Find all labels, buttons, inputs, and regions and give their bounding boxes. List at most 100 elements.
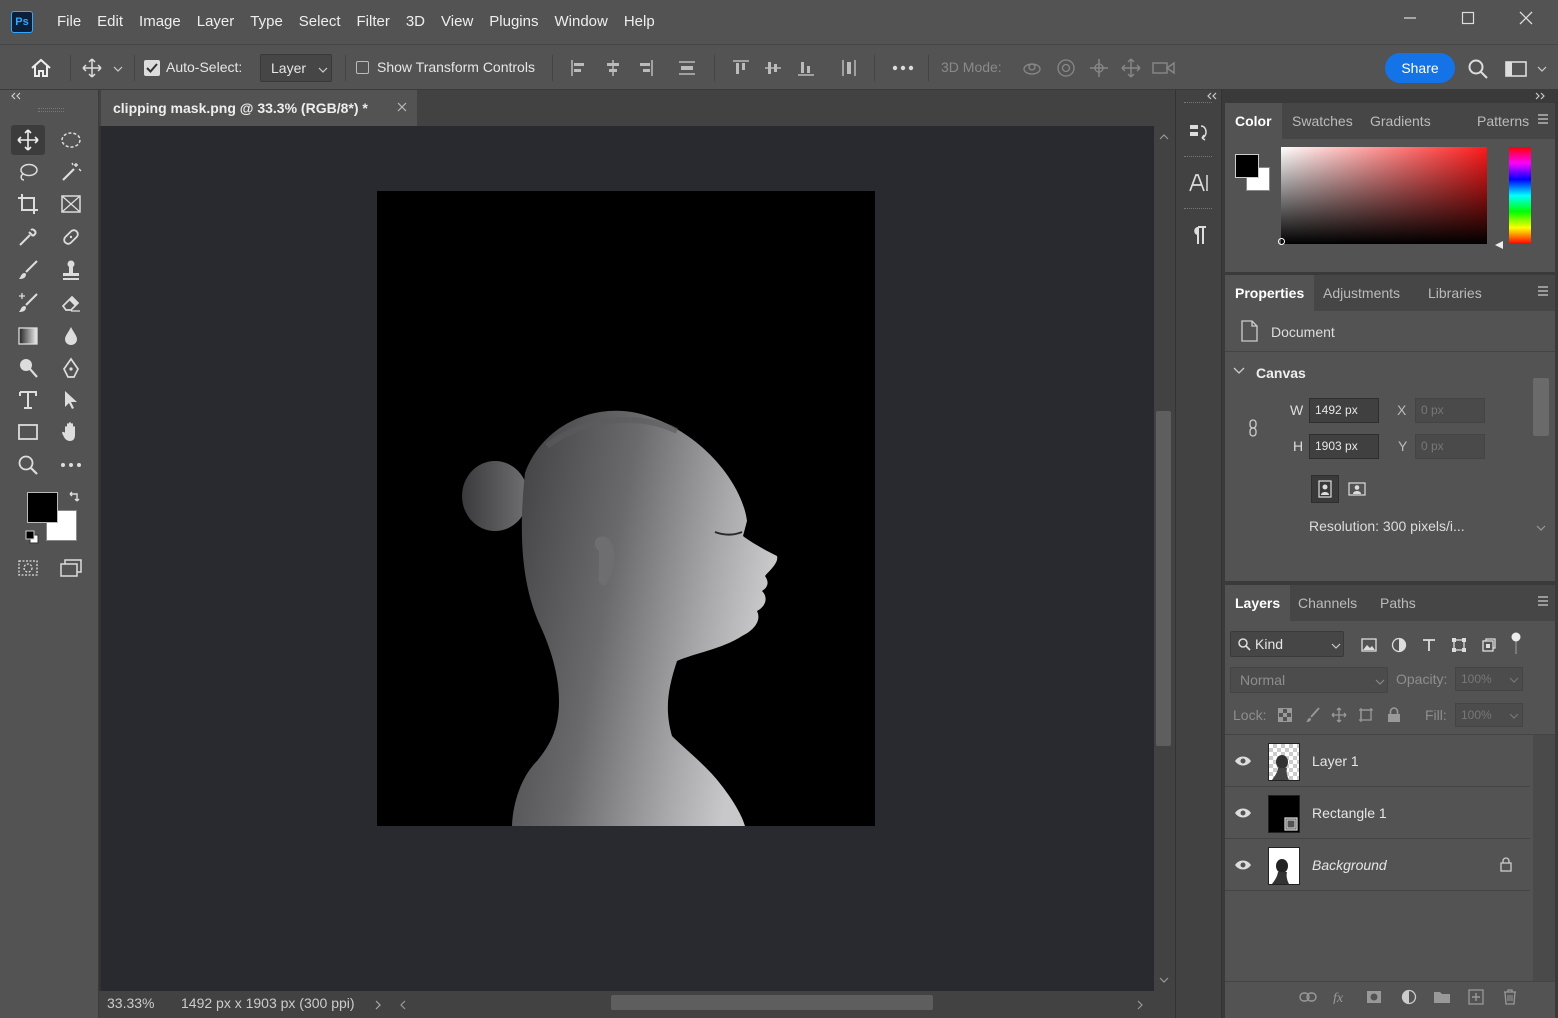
align-top-icon[interactable]: [730, 57, 752, 79]
lock-position-icon[interactable]: [1329, 705, 1349, 725]
lasso-tool-icon[interactable]: [11, 157, 45, 187]
slide-3d-icon[interactable]: [1119, 57, 1143, 79]
maximize-button[interactable]: [1439, 0, 1497, 36]
new-group-icon[interactable]: [1431, 987, 1453, 1007]
workspace-chevron-icon[interactable]: [1534, 61, 1550, 77]
menu-view[interactable]: View: [433, 0, 481, 44]
collapse-tools-icon[interactable]: [10, 92, 22, 100]
panel-menu-icon[interactable]: [1537, 596, 1549, 606]
expand-panels-icon[interactable]: [1206, 92, 1218, 100]
lock-artboard-icon[interactable]: [1356, 705, 1376, 725]
move-tool-icon[interactable]: [11, 125, 45, 155]
landscape-orientation-button[interactable]: [1343, 475, 1371, 503]
portrait-orientation-button[interactable]: [1311, 475, 1339, 503]
paragraph-panel-icon[interactable]: [1184, 220, 1214, 250]
auto-select-checkbox[interactable]: [144, 60, 160, 76]
align-vertical-center-icon[interactable]: [762, 57, 784, 79]
more-options-icon[interactable]: [890, 57, 916, 79]
layer-row[interactable]: Background: [1225, 841, 1530, 891]
eyedropper-tool-icon[interactable]: [11, 222, 45, 252]
blend-mode-dropdown[interactable]: Normal: [1230, 667, 1388, 693]
horizontal-scroll-thumb[interactable]: [611, 995, 933, 1010]
close-button[interactable]: [1497, 0, 1555, 36]
marquee-tool-icon[interactable]: [54, 125, 88, 155]
gradient-tool-icon[interactable]: [11, 321, 45, 351]
properties-scroll-thumb[interactable]: [1533, 378, 1549, 436]
panel-menu-icon[interactable]: [1537, 114, 1549, 124]
scroll-right-icon[interactable]: [1137, 1000, 1143, 1010]
adjustment-layer-icon[interactable]: [1398, 987, 1420, 1007]
width-input[interactable]: 1492 px: [1309, 398, 1379, 423]
align-horizontal-center-icon[interactable]: [602, 57, 624, 79]
edit-toolbar-icon[interactable]: [54, 450, 88, 480]
add-mask-icon[interactable]: [1363, 987, 1385, 1007]
healing-brush-tool-icon[interactable]: [54, 222, 88, 252]
vertical-scrollbar[interactable]: [1154, 126, 1175, 992]
new-layer-icon[interactable]: [1465, 987, 1487, 1007]
align-right-icon[interactable]: [634, 57, 656, 79]
filter-pixel-icon[interactable]: [1359, 635, 1379, 655]
menu-file[interactable]: File: [49, 0, 89, 44]
layers-scrollbar[interactable]: [1533, 735, 1555, 981]
delete-layer-icon[interactable]: [1499, 987, 1521, 1007]
menu-help[interactable]: Help: [616, 0, 663, 44]
dodge-tool-icon[interactable]: [11, 353, 45, 383]
menu-3d[interactable]: 3D: [398, 0, 433, 44]
distribute-horizontal-icon[interactable]: [838, 57, 860, 79]
tab-swatches[interactable]: Swatches: [1292, 103, 1353, 139]
panel-foreground-swatch[interactable]: [1235, 154, 1259, 178]
tab-libraries[interactable]: Libraries: [1428, 275, 1482, 311]
tab-color[interactable]: Color: [1225, 103, 1282, 139]
menu-select[interactable]: Select: [291, 0, 349, 44]
blur-tool-icon[interactable]: [54, 321, 88, 351]
scroll-left-icon[interactable]: [400, 1000, 406, 1010]
share-button[interactable]: Share: [1385, 53, 1455, 83]
filter-smart-object-icon[interactable]: [1479, 635, 1499, 655]
lock-image-pixels-icon[interactable]: [1303, 705, 1323, 725]
type-tool-icon[interactable]: [11, 385, 45, 415]
menu-edit[interactable]: Edit: [89, 0, 131, 44]
menu-layer[interactable]: Layer: [189, 0, 243, 44]
layer-style-fx-icon[interactable]: fx: [1330, 987, 1352, 1007]
tab-patterns[interactable]: Patterns: [1477, 103, 1529, 139]
character-panel-icon[interactable]: [1184, 168, 1214, 198]
filter-type-icon[interactable]: [1419, 635, 1439, 655]
menu-filter[interactable]: Filter: [349, 0, 398, 44]
layer-name[interactable]: Layer 1: [1312, 753, 1359, 769]
history-panel-icon[interactable]: [1184, 118, 1214, 148]
grip-icon[interactable]: [38, 108, 64, 112]
document-tab[interactable]: clipping mask.png @ 33.3% (RGB/8*) *: [101, 90, 417, 126]
quick-mask-icon[interactable]: [11, 553, 45, 583]
menu-image[interactable]: Image: [131, 0, 189, 44]
lock-transparent-pixels-icon[interactable]: [1275, 705, 1295, 725]
link-layers-icon[interactable]: [1297, 987, 1319, 1007]
transform-controls-checkbox[interactable]: [356, 61, 369, 74]
layer-filter-dropdown[interactable]: Kind: [1230, 631, 1344, 657]
screen-mode-icon[interactable]: [54, 553, 88, 583]
brush-tool-icon[interactable]: [11, 255, 45, 285]
layer-name[interactable]: Rectangle 1: [1312, 805, 1387, 821]
menu-window[interactable]: Window: [546, 0, 615, 44]
scroll-up-icon[interactable]: [1159, 134, 1169, 140]
swap-colors-icon[interactable]: [67, 490, 81, 504]
hue-slider[interactable]: [1509, 147, 1531, 244]
filter-toggle-icon[interactable]: [1507, 631, 1525, 655]
visibility-eye-icon[interactable]: [1234, 755, 1252, 767]
layer-row[interactable]: Layer 1: [1225, 737, 1530, 787]
document-canvas[interactable]: [377, 191, 875, 826]
default-colors-icon[interactable]: [25, 530, 39, 544]
filter-adjustment-icon[interactable]: [1389, 635, 1409, 655]
fill-input[interactable]: 100%: [1455, 703, 1523, 727]
align-left-icon[interactable]: [568, 57, 590, 79]
collapse-panels-icon[interactable]: [1534, 92, 1546, 100]
menu-plugins[interactable]: Plugins: [481, 0, 546, 44]
rectangle-tool-icon[interactable]: [11, 417, 45, 447]
align-bottom-icon[interactable]: [795, 57, 817, 79]
chevron-down-icon[interactable]: [1233, 367, 1245, 375]
layer-name[interactable]: Background: [1312, 857, 1387, 873]
history-brush-tool-icon[interactable]: [11, 288, 45, 318]
y-input[interactable]: 0 px: [1415, 434, 1485, 459]
roll-3d-icon[interactable]: [1054, 57, 1078, 79]
zoom-level[interactable]: 33.33%: [107, 995, 154, 1011]
height-input[interactable]: 1903 px: [1309, 434, 1379, 459]
